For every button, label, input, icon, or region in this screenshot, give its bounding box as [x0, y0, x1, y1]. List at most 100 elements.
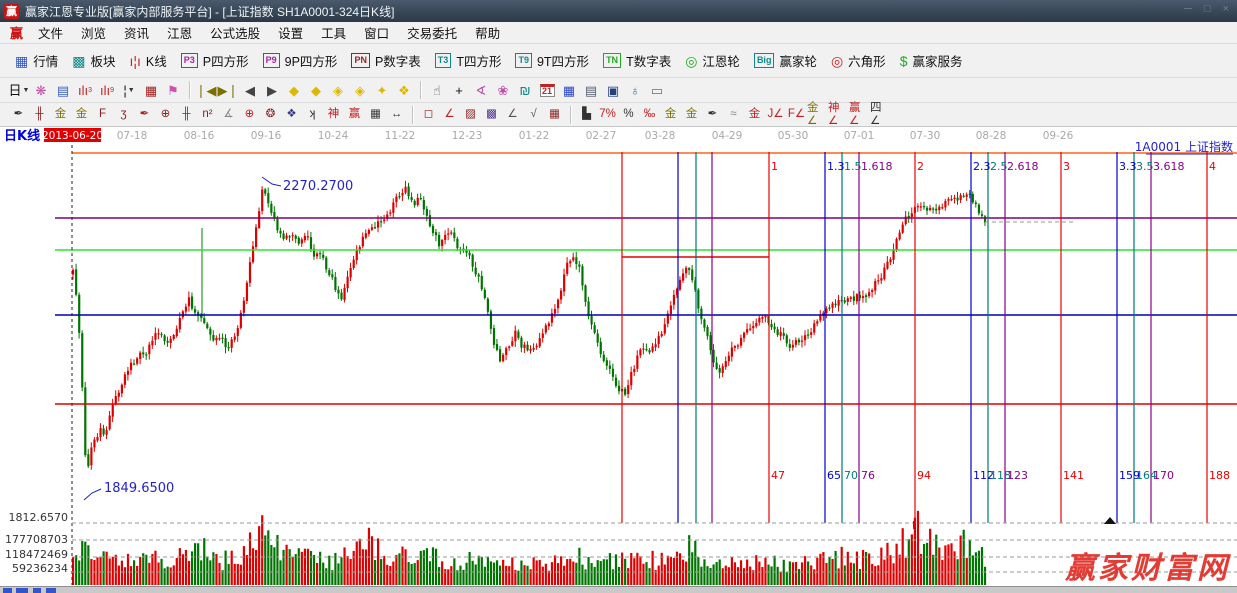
svg-text:188: 188 [1209, 469, 1230, 482]
toolbar-9p-square-button[interactable]: P99P四方形 [256, 48, 345, 73]
toolbar-t-table-button[interactable]: TNT数字表 [596, 48, 678, 73]
gold-circle-tool[interactable]: 金 [660, 106, 681, 124]
percent-line-tool[interactable]: 7% [597, 106, 618, 124]
minimize-button[interactable]: ─ [1184, 3, 1192, 15]
maximize-button[interactable]: □ [1204, 3, 1211, 15]
gold-red-tool[interactable]: 金 [744, 106, 765, 124]
next-page-icon[interactable]: ▶ [261, 81, 283, 100]
candle-style-dropdown[interactable]: ¦▼ [118, 81, 140, 100]
ray-box-tool[interactable]: ▨ [460, 106, 481, 124]
diamond-tool-4[interactable]: ◈ [349, 81, 371, 100]
first-page-icon[interactable]: ❘◀ [195, 81, 217, 100]
main-chart[interactable]: 1471.3651.5701.618762942.31122.51182.618… [0, 127, 1237, 586]
world-clock-icon[interactable]: ♁ [624, 81, 646, 100]
toolbar-p-square-button[interactable]: P3P四方形 [174, 48, 256, 73]
ying-angle-tool[interactable]: 赢∠ [849, 106, 870, 124]
menu-browse[interactable]: 浏览 [72, 23, 115, 42]
toolbar-separator [189, 81, 190, 99]
toolbar-winner-wheel-button[interactable]: Big赢家轮 [747, 48, 824, 73]
hand-tool-icon[interactable]: ☝ [426, 81, 448, 100]
grid-plain[interactable]: ╫ [29, 106, 50, 124]
gold-angle-tool[interactable]: 金∠ [807, 106, 828, 124]
box-select-tool[interactable]: ◻ [418, 106, 439, 124]
scribble-icon[interactable]: ❋ [30, 81, 52, 100]
toolbar-hexagon-button[interactable]: ◎六角形 [824, 48, 893, 73]
brush-tool[interactable]: ✒ [134, 106, 155, 124]
web-box-tool[interactable]: ▩ [481, 106, 502, 124]
calendar-icon[interactable]: 21 [536, 81, 558, 100]
menu-help[interactable]: 帮助 [466, 23, 509, 42]
toolbar-winner-service-button[interactable]: $赢家服务 [893, 48, 970, 73]
knot-tool-icon[interactable]: ₪ [514, 81, 536, 100]
angle-mirror[interactable]: ∡ [218, 106, 239, 124]
print-icon[interactable]: ▭ [646, 81, 668, 100]
symbol-label: 1A0001 上证指数 [1135, 139, 1233, 154]
angle-tool-icon[interactable]: ∢ [470, 81, 492, 100]
permille-tool[interactable]: ‰ [639, 106, 660, 124]
toolbar-gann-wheel-button[interactable]: ◎江恩轮 [678, 48, 747, 73]
menu-settings[interactable]: 设置 [269, 23, 312, 42]
calculator-icon[interactable]: ▦ [558, 81, 580, 100]
f-grid[interactable]: F [92, 106, 113, 124]
prev-page-icon[interactable]: ◀ [239, 81, 261, 100]
coil-tool[interactable]: ʒ [113, 106, 134, 124]
f-angle-tool[interactable]: F∠ [786, 106, 807, 124]
dense-grid-2[interactable]: ▦ [544, 106, 565, 124]
wave-check-tool[interactable]: √ [523, 106, 544, 124]
diamond-tool-1[interactable]: ◆ [283, 81, 305, 100]
width-tool[interactable]: ↔ [386, 106, 407, 124]
last-page-icon[interactable]: ▶❘ [217, 81, 239, 100]
toolbar-quotes-button[interactable]: ▦行情 [8, 48, 65, 73]
flag-chart-icon[interactable]: ⚑ [162, 81, 184, 100]
notepad-icon[interactable]: ▤ [580, 81, 602, 100]
crosshair-icon[interactable]: + [448, 81, 470, 100]
gold-line-tool[interactable]: 金 [681, 106, 702, 124]
bars-9-icon[interactable]: ılı9 [96, 81, 118, 100]
diamond-tool-2[interactable]: ◆ [305, 81, 327, 100]
dense-grid[interactable]: ╫ [176, 106, 197, 124]
circle-grid[interactable]: ⊕ [155, 106, 176, 124]
grid-123[interactable]: ▦ [365, 106, 386, 124]
wave-channel-tool[interactable]: ≈ [723, 106, 744, 124]
menu-news[interactable]: 资讯 [115, 23, 158, 42]
diamond-tool-5[interactable]: ✦ [371, 81, 393, 100]
n2-grid[interactable]: n² [197, 106, 218, 124]
toolbar-9t-square-button[interactable]: T99T四方形 [508, 48, 596, 73]
menu-gann[interactable]: 江恩 [158, 23, 201, 42]
shen-grid[interactable]: 神 [323, 106, 344, 124]
toolbar-t-square-button[interactable]: T3T四方形 [428, 48, 509, 73]
ying-grid[interactable]: 赢 [344, 106, 365, 124]
shen-angle-tool[interactable]: 神∠ [828, 106, 849, 124]
period-day-dropdown[interactable]: 日▼ [8, 81, 30, 100]
flower-tool-icon[interactable]: ❀ [492, 81, 514, 100]
stats-column-tool[interactable]: ▙ [576, 106, 597, 124]
percent-tool[interactable]: % [618, 106, 639, 124]
kline-mark[interactable]: ʞ [302, 106, 323, 124]
toolbar-kline-button[interactable]: ı¦ıK线 [123, 48, 174, 73]
web-tool-2[interactable]: ❖ [281, 106, 302, 124]
gold-grid-1[interactable]: 金 [50, 106, 71, 124]
menu-formula-picker[interactable]: 公式选股 [201, 23, 269, 42]
pen-bars-tool[interactable]: ✒ [702, 106, 723, 124]
gold-grid-2[interactable]: 金 [71, 106, 92, 124]
angle-fan-tool[interactable]: ∠ [502, 106, 523, 124]
toolbar-p-table-button[interactable]: PNP数字表 [344, 48, 427, 73]
lattice-icon[interactable]: ▦ [140, 81, 162, 100]
pen-tool[interactable]: ✒ [8, 106, 29, 124]
ray-fan-tool[interactable]: ∠ [439, 106, 460, 124]
diamond-tool-6[interactable]: ❖ [393, 81, 415, 100]
info-panel-icon[interactable]: ▤ [52, 81, 74, 100]
si-angle-tool[interactable]: 四∠ [870, 106, 891, 124]
menu-file[interactable]: 文件 [29, 23, 72, 42]
menu-window[interactable]: 窗口 [355, 23, 398, 42]
toolbar-sectors-button[interactable]: ▩板块 [65, 48, 122, 73]
bars-3-icon[interactable]: ılı3 [74, 81, 96, 100]
diamond-tool-3[interactable]: ◈ [327, 81, 349, 100]
close-button[interactable]: × [1223, 3, 1229, 15]
compass-tool[interactable]: ⊕ [239, 106, 260, 124]
j-angle-tool[interactable]: J∠ [765, 106, 786, 124]
menu-tools[interactable]: 工具 [312, 23, 355, 42]
menu-trade[interactable]: 交易委托 [398, 23, 466, 42]
web-tool-1[interactable]: ❂ [260, 106, 281, 124]
save-icon[interactable]: ▣ [602, 81, 624, 100]
